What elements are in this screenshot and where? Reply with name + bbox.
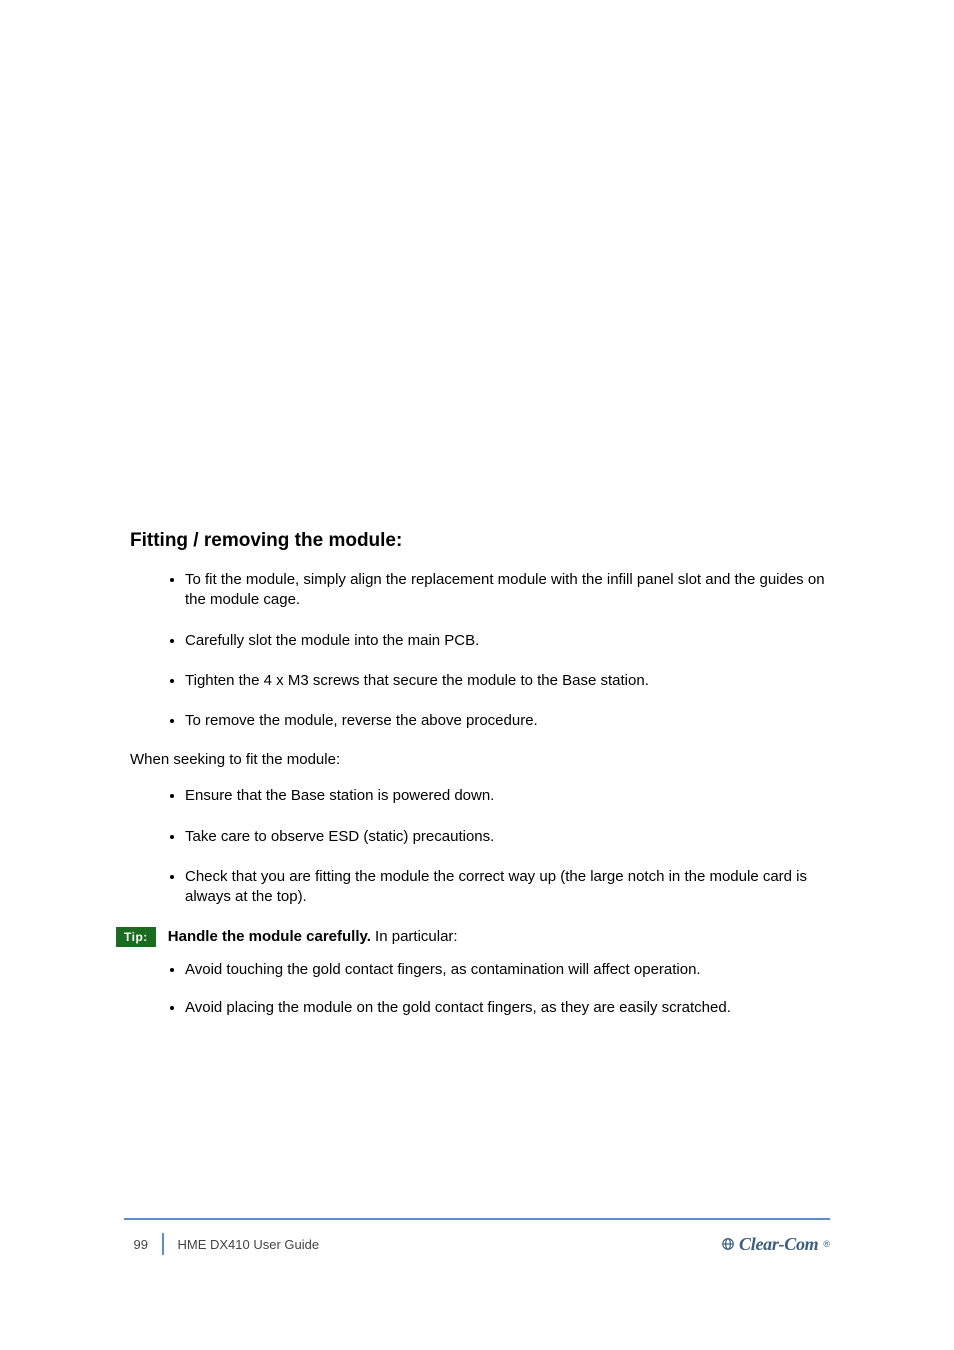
tip-intro: Handle the module carefully. In particul…	[168, 927, 458, 947]
list-item: Check that you are fitting the module th…	[185, 867, 830, 908]
page-number: 99	[124, 1237, 148, 1252]
list-item: To remove the module, reverse the above …	[185, 711, 830, 731]
page-container: Fitting / removing the module: To fit th…	[0, 0, 954, 1350]
list-item: Take care to observe ESD (static) precau…	[185, 827, 830, 847]
list-item: Avoid touching the gold contact fingers,…	[185, 960, 830, 980]
footer-divider	[162, 1233, 164, 1255]
tip-intro-bold: Handle the module carefully.	[168, 928, 371, 945]
list-item: Ensure that the Base station is powered …	[185, 786, 830, 806]
list-item: Carefully slot the module into the main …	[185, 631, 830, 651]
globe-icon	[721, 1237, 735, 1251]
doc-title: HME DX410 User Guide	[178, 1237, 320, 1252]
content-area: Fitting / removing the module: To fit th…	[130, 530, 830, 1036]
footer-left: 99 HME DX410 User Guide	[124, 1233, 319, 1255]
sub-intro-text: When seeking to fit the module:	[130, 751, 830, 768]
tip-block: Tip: Handle the module carefully. In par…	[116, 927, 830, 947]
tip-list: Avoid touching the gold contact fingers,…	[130, 960, 830, 1019]
tip-badge: Tip:	[116, 927, 156, 947]
footer-rule	[124, 1218, 830, 1220]
list-item: Tighten the 4 x M3 screws that secure th…	[185, 671, 830, 691]
tip-intro-rest: In particular:	[371, 928, 458, 945]
footer-row: 99 HME DX410 User Guide Clear-Com ®	[124, 1228, 830, 1260]
brand-logo: Clear-Com ®	[721, 1234, 830, 1255]
list-item: To fit the module, simply align the repl…	[185, 570, 830, 611]
section-heading: Fitting / removing the module:	[130, 530, 830, 552]
sub-procedure-list: Ensure that the Base station is powered …	[130, 786, 830, 907]
list-item: Avoid placing the module on the gold con…	[185, 998, 830, 1018]
registered-mark: ®	[823, 1239, 830, 1249]
page-footer: 99 HME DX410 User Guide Clear-Com ®	[124, 1218, 830, 1260]
brand-name: Clear-Com	[739, 1234, 818, 1255]
procedure-list: To fit the module, simply align the repl…	[130, 570, 830, 731]
